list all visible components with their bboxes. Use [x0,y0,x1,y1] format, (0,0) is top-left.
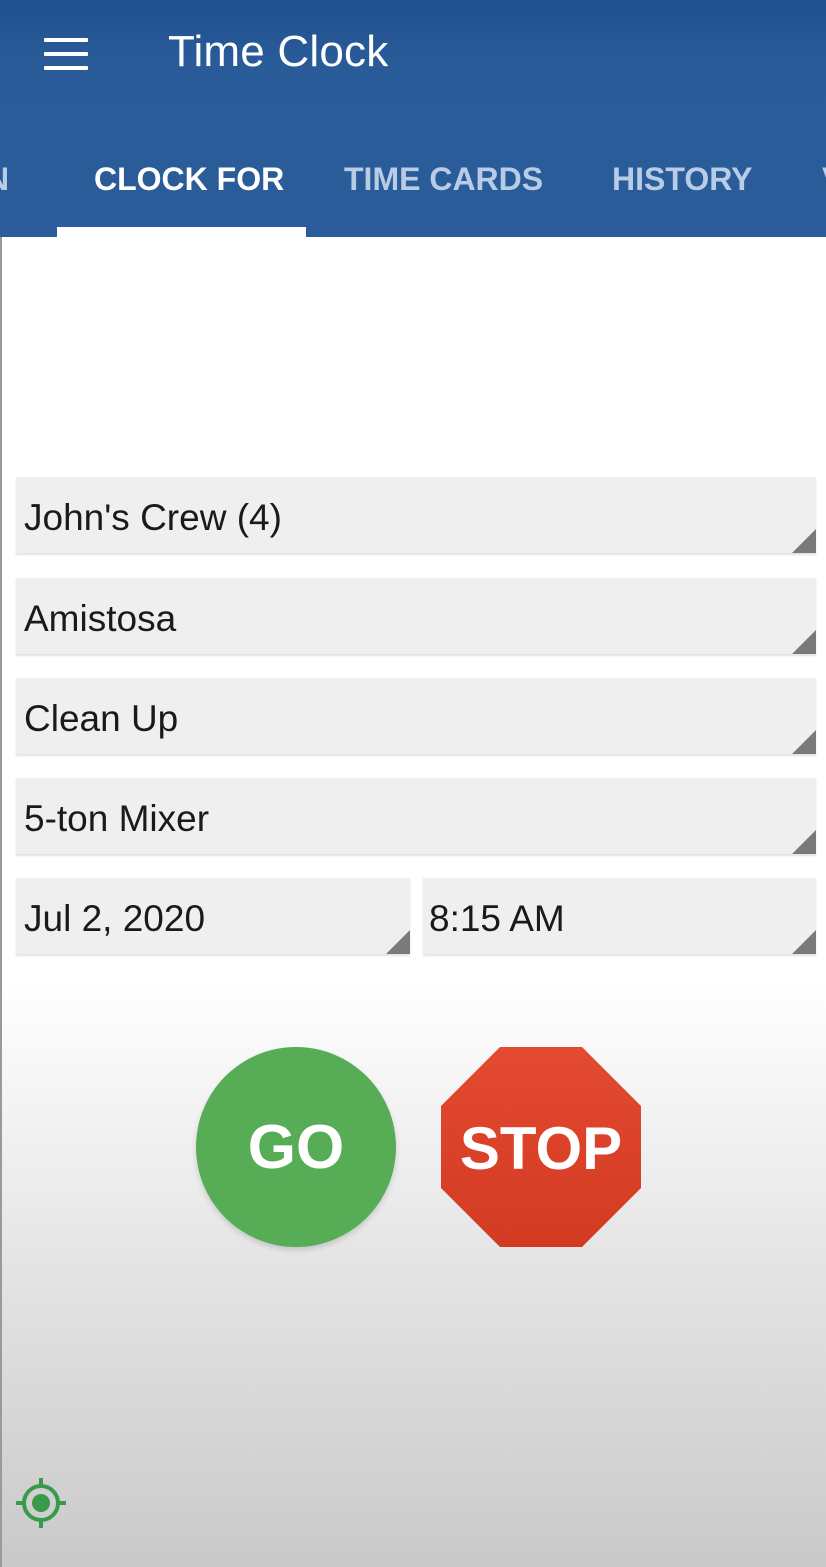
job-select[interactable]: Amistosa [16,578,816,654]
dropdown-caret-icon [792,830,816,854]
time-picker-value: 8:15 AM [429,898,565,939]
location-target-icon[interactable] [14,1476,68,1530]
equipment-select[interactable]: 5-ton Mixer [16,778,816,854]
task-select[interactable]: Clean Up [16,678,816,754]
crew-select[interactable]: John's Crew (4) [16,477,816,553]
task-select-value: Clean Up [24,698,179,739]
time-picker[interactable]: 8:15 AM [423,878,816,954]
tab-partial-left[interactable]: N [0,122,26,237]
tab-partial-right[interactable]: V [822,122,826,237]
tab-bar: N CLOCK FOR TIME CARDS HISTORY V [0,122,826,237]
stop-button-label: STOP [459,1115,623,1182]
left-edge-border [0,237,2,1567]
app-bar: Time Clock N CLOCK FOR TIME CARDS HISTOR… [0,0,826,237]
active-tab-indicator [57,227,306,237]
tab-time-cards[interactable]: TIME CARDS [344,122,543,237]
dropdown-caret-icon [792,730,816,754]
tab-history[interactable]: HISTORY [612,122,752,237]
stop-button[interactable]: STOP [441,1047,641,1247]
dropdown-caret-icon [386,930,410,954]
date-picker-value: Jul 2, 2020 [24,898,206,939]
job-select-value: Amistosa [24,598,177,639]
dropdown-caret-icon [792,630,816,654]
date-picker[interactable]: Jul 2, 2020 [16,878,410,954]
equipment-select-value: 5-ton Mixer [24,798,210,839]
app-title: Time Clock [168,27,389,76]
dropdown-caret-icon [792,930,816,954]
crew-select-value: John's Crew (4) [24,497,282,538]
hamburger-menu-icon[interactable] [40,36,92,76]
dropdown-caret-icon [792,529,816,553]
tab-clock-for[interactable]: CLOCK FOR [94,122,284,237]
go-button[interactable]: GO [196,1047,396,1247]
